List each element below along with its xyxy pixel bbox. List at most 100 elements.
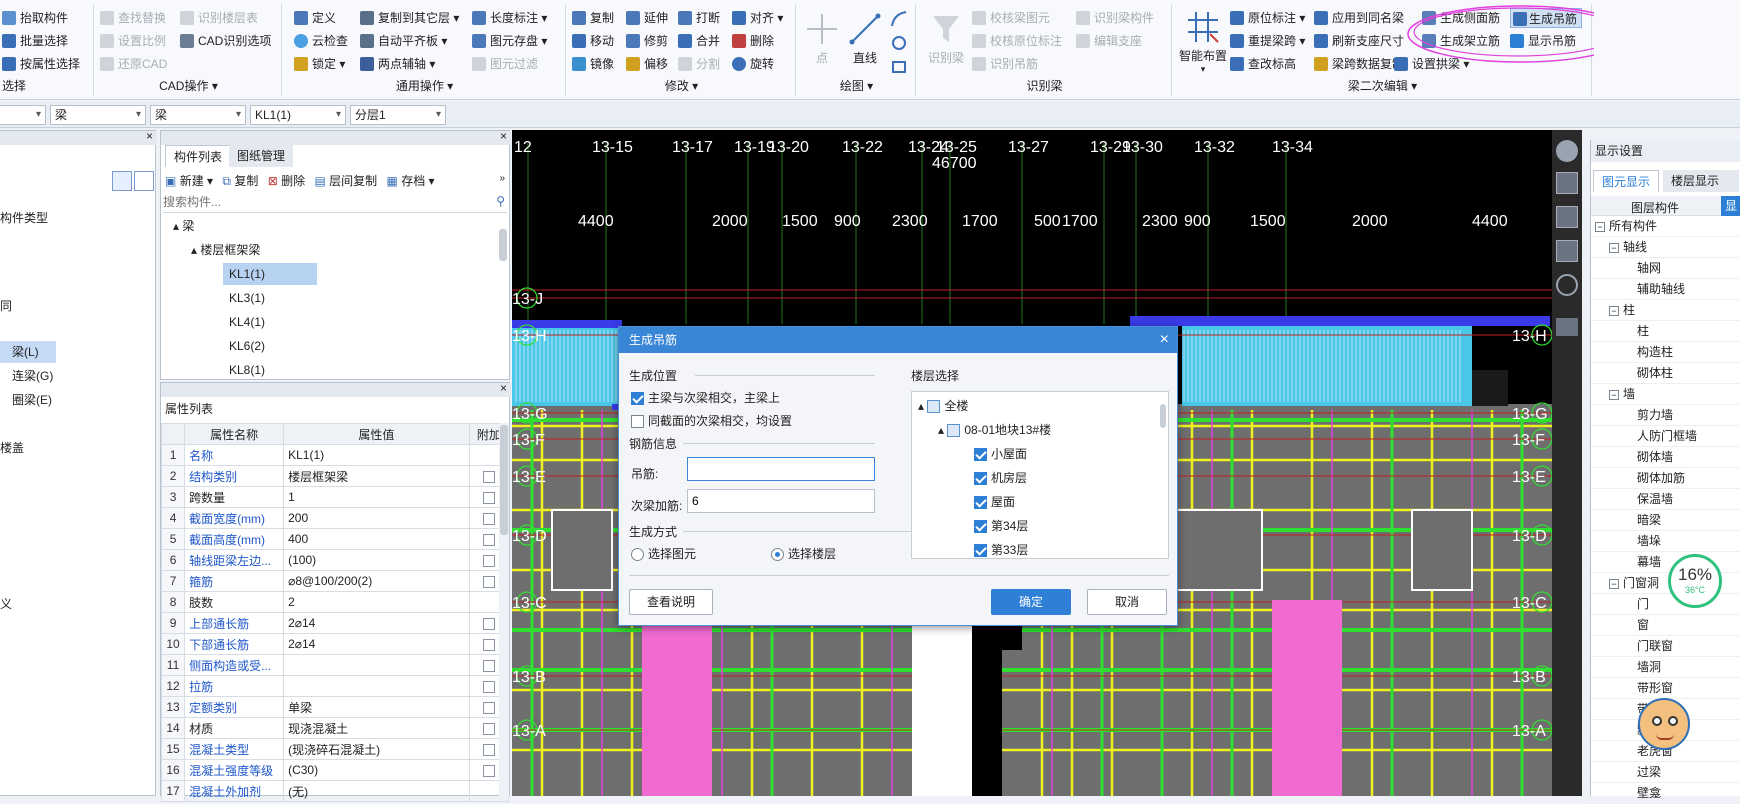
element-save-button[interactable]: 图元存盘 ▾ <box>472 31 547 51</box>
display-tree-item[interactable]: 构造柱 <box>1623 342 1673 363</box>
close-icon[interactable]: × <box>1160 327 1169 353</box>
merge-button[interactable]: 合并 <box>678 31 720 51</box>
tab-floor-display[interactable]: 楼层显示 <box>1663 170 1739 192</box>
property-value[interactable]: 400 <box>283 528 470 550</box>
refresh-view-icon[interactable] <box>1556 274 1578 296</box>
floor-node-all[interactable]: ▴ 全楼 <box>918 396 968 417</box>
display-tree-item[interactable]: 保温墙 <box>1623 489 1673 510</box>
display-tree-item[interactable]: − 轴线 <box>1609 237 1647 258</box>
split-button[interactable]: 分割 <box>678 54 720 74</box>
new-button[interactable]: ▣ 新建 ▾ <box>165 174 213 188</box>
property-value[interactable]: ⌀8@100/200(2) <box>283 570 470 592</box>
identify-hanger-button[interactable]: 识别吊筋 <box>972 54 1038 74</box>
more-icon[interactable]: » <box>499 173 505 184</box>
display-tree-item[interactable]: 幕墙 <box>1623 552 1661 573</box>
cancel-button[interactable]: 取消 <box>1087 589 1167 615</box>
property-row[interactable]: 17 混凝土外加剂 (无) <box>160 780 510 802</box>
property-row[interactable]: 3 跨数量 1 <box>160 486 510 508</box>
tree-item-kl4[interactable]: KL4(1) <box>223 311 265 333</box>
offset-button[interactable]: 偏移 <box>626 54 668 74</box>
layer-select[interactable]: 分层1 <box>350 105 446 125</box>
property-row[interactable]: 5 截面高度(mm) 400 <box>160 528 510 550</box>
property-value[interactable]: (无) <box>283 780 470 802</box>
property-value[interactable]: 1 <box>283 486 470 508</box>
property-row[interactable]: 11 侧面构造或受... <box>160 654 510 676</box>
ok-button[interactable]: 确定 <box>991 589 1071 615</box>
length-dimension-button[interactable]: 长度标注 ▾ <box>472 8 547 28</box>
rect-tool-icon[interactable] <box>890 58 908 76</box>
display-tree-item[interactable]: 墙垛 <box>1623 531 1661 552</box>
component-type-select[interactable]: 梁 <box>50 105 146 125</box>
collapse-icon[interactable]: − <box>1595 221 1605 232</box>
extend-button[interactable]: 延伸 <box>626 8 668 28</box>
nav-coupling-beam[interactable]: 连梁(G) <box>12 365 53 387</box>
element-filter-button[interactable]: 图元过滤 <box>472 54 538 74</box>
floor-node-roof[interactable]: 屋面 <box>974 492 1015 513</box>
cloud-check-button[interactable]: 云检查 <box>294 31 348 51</box>
display-tree-item[interactable]: − 门窗洞 <box>1609 573 1659 594</box>
list-view-icon[interactable] <box>112 171 132 191</box>
display-tree-item[interactable]: 壁龛 <box>1623 783 1661 804</box>
property-row[interactable]: 15 混凝土类型 (现浇碎石混凝土) <box>160 738 510 760</box>
display-tree-item[interactable]: 轴网 <box>1623 258 1661 279</box>
interfloor-copy-button[interactable]: ▤ 层间复制 <box>314 174 377 188</box>
nav-beam[interactable]: 梁(L) <box>0 341 56 363</box>
auto-align-slab-button[interactable]: 自动平齐板 ▾ <box>360 31 447 51</box>
arc-tool-icon[interactable] <box>890 10 908 28</box>
tab-element-display[interactable]: 图元显示 <box>1593 170 1659 192</box>
property-row[interactable]: 12 拉筋 <box>160 675 510 697</box>
floor-node-33[interactable]: 第33层 <box>974 540 1028 561</box>
select-by-property-button[interactable]: 按属性选择 <box>2 54 80 74</box>
identify-beam-component-button[interactable]: 识别梁构件 <box>1076 8 1154 28</box>
floor-node-machine-room[interactable]: 机房层 <box>974 468 1027 489</box>
display-tree-item[interactable]: 带形窗 <box>1623 678 1673 699</box>
lock-button[interactable]: 锁定 ▾ <box>294 54 345 74</box>
nav-ring-beam[interactable]: 圈梁(E) <box>12 389 52 411</box>
define-button[interactable]: 定义 <box>294 8 336 28</box>
pick-component-button[interactable]: 抬取构件 <box>2 8 68 28</box>
find-replace-button[interactable]: 查找替换 <box>100 8 166 28</box>
mirror-button[interactable]: 镜像 <box>572 54 614 74</box>
property-row[interactable]: 1 名称 KL1(1) <box>160 444 510 466</box>
display-tree-item[interactable]: 人防门框墙 <box>1623 426 1697 447</box>
tab-component-list[interactable]: 构件列表 <box>165 145 232 167</box>
delete-component-button[interactable]: ⊠ 删除 <box>268 174 305 188</box>
identify-beam-button[interactable]: 识别梁 <box>924 12 968 66</box>
batch-select-button[interactable]: 批量选择 <box>2 31 68 51</box>
option-same-section-checkbox[interactable]: 同截面的次梁相交，均设置 <box>631 412 792 429</box>
component-list-scrollbar[interactable] <box>499 229 507 261</box>
rotate-button[interactable]: 旋转 <box>732 54 774 74</box>
display-tree-item[interactable]: 墙洞 <box>1623 657 1661 678</box>
align-button[interactable]: 对齐 ▾ <box>732 8 783 28</box>
re-extract-span-button[interactable]: 重提梁跨 ▾ <box>1230 31 1305 51</box>
property-value[interactable]: 楼层框架梁 <box>283 465 470 487</box>
copy-span-data-button[interactable]: 梁跨数据复制 <box>1314 54 1404 74</box>
move-button[interactable]: 移动 <box>572 31 614 51</box>
display-tree-item[interactable]: 柱 <box>1623 321 1649 342</box>
method-select-element-radio[interactable]: 选择图元 <box>631 545 696 562</box>
method-select-floor-radio[interactable]: 选择楼层 <box>771 545 836 562</box>
display-tree-item[interactable]: 窗 <box>1623 615 1649 636</box>
circle-tool-icon[interactable] <box>890 34 908 52</box>
floor-node-small-roof[interactable]: 小屋面 <box>974 444 1027 465</box>
display-tree-item[interactable]: − 柱 <box>1609 300 1635 321</box>
grid-view-icon[interactable] <box>1556 318 1578 336</box>
display-tree-item[interactable]: 辅助轴线 <box>1623 279 1685 300</box>
collapse-icon[interactable]: − <box>1609 305 1619 316</box>
property-value[interactable]: 2⌀14 <box>283 633 470 655</box>
property-row[interactable]: 7 箍筋 ⌀8@100/200(2) <box>160 570 510 592</box>
view-box-icon[interactable] <box>1556 240 1578 262</box>
display-tree-item[interactable]: 门 <box>1623 594 1649 615</box>
orbit-icon[interactable] <box>1556 140 1578 162</box>
cad-identify-options-button[interactable]: CAD识别选项 <box>180 31 271 51</box>
smart-layout-button[interactable]: 智能布置 ▾ <box>1176 10 1230 75</box>
assistant-avatar[interactable] <box>1638 698 1690 750</box>
floor-tree-scrollbar[interactable] <box>1160 404 1166 428</box>
display-tree-item[interactable]: 暗梁 <box>1623 510 1661 531</box>
copy-component-button[interactable]: ⧉ 复制 <box>222 174 258 188</box>
floor-node-building[interactable]: ▴ 08-01地块13#楼 <box>938 420 1051 441</box>
secondary-beam-add-input[interactable] <box>687 489 875 513</box>
hanger-input[interactable] <box>687 457 875 481</box>
property-row[interactable]: 10 下部通长筋 2⌀14 <box>160 633 510 655</box>
tree-node-beam[interactable]: ▴ 梁 <box>173 215 194 237</box>
